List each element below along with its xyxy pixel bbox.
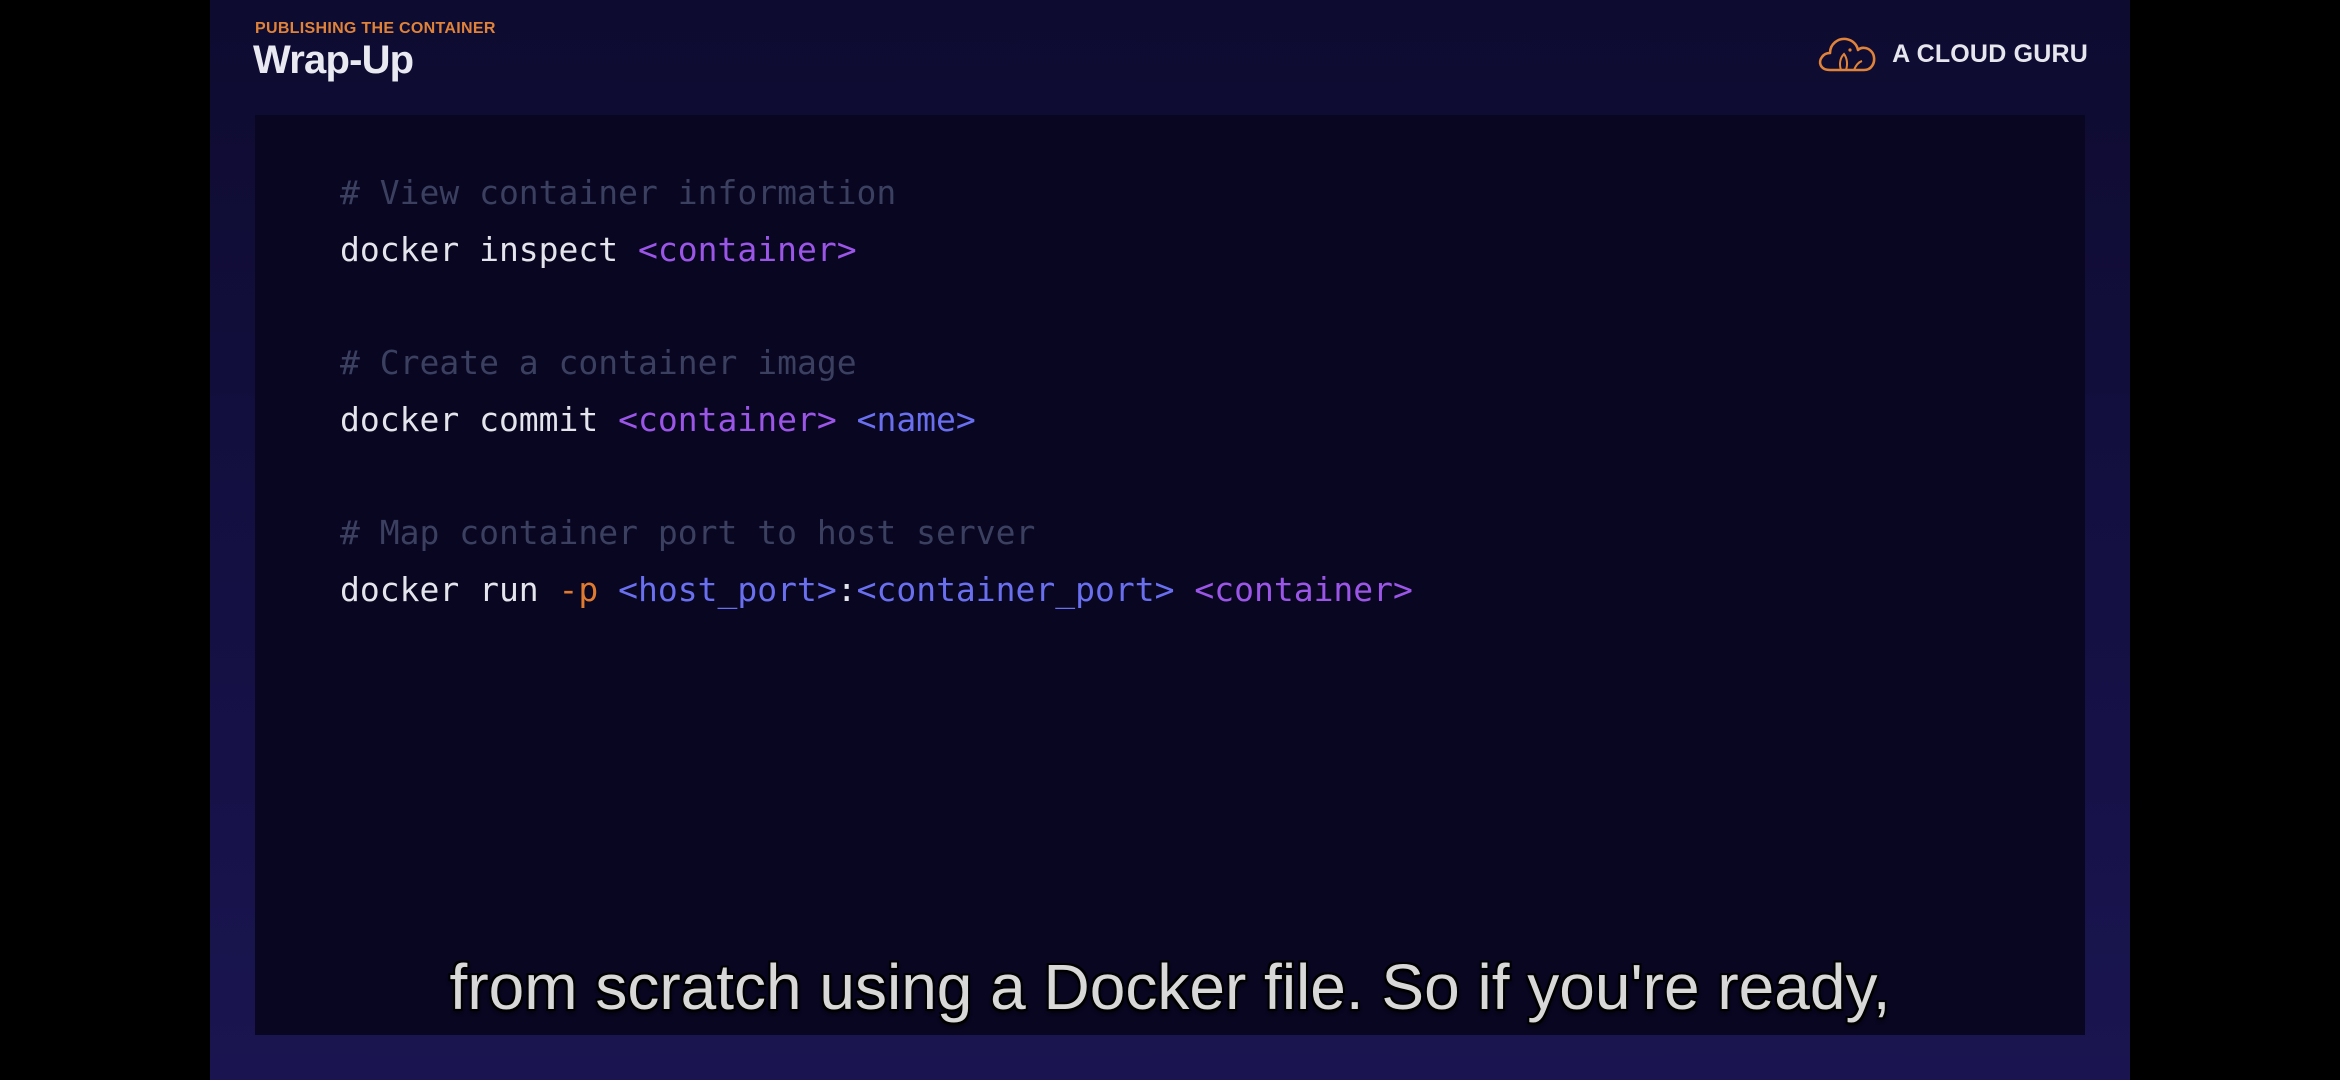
code-command: docker inspect <container> [340, 227, 857, 273]
cloud-guru-logo-icon [1818, 37, 1876, 72]
code-placeholder: <container_port> [856, 570, 1175, 609]
slide: PUBLISHING THE CONTAINER Wrap-Up A CLOUD… [210, 0, 2130, 1080]
code-text: docker run [340, 570, 559, 609]
code-command: docker commit <container> <name> [340, 397, 976, 443]
code-text: docker inspect [340, 230, 639, 269]
code-comment: # View container information [340, 173, 897, 212]
code-text: : [836, 570, 857, 609]
code-panel: # View container information docker inspe… [255, 115, 2085, 1035]
code-command: docker run -p <host_port>:<container_por… [340, 567, 1413, 613]
code-flag: -p [558, 570, 599, 609]
code-placeholder: <container> [1194, 570, 1413, 609]
code-comment: # Map container port to host server [340, 513, 1036, 552]
section-eyebrow: PUBLISHING THE CONTAINER [255, 20, 496, 37]
code-placeholder: <host_port> [618, 570, 837, 609]
brand: A CLOUD GURU [1814, 30, 2088, 78]
brand-name: A CLOUD GURU [1892, 39, 2088, 68]
slide-title: Wrap-Up [253, 38, 414, 82]
code-placeholder: <container> [638, 230, 857, 269]
code-comment: # Create a container image [340, 343, 857, 382]
subtitle-caption: from scratch using a Docker file. So if … [449, 951, 1891, 1023]
video-frame: PUBLISHING THE CONTAINER Wrap-Up A CLOUD… [0, 0, 2340, 1080]
code-text: docker commit [340, 400, 619, 439]
code-placeholder: <container> [618, 400, 837, 439]
code-placeholder: <name> [856, 400, 976, 439]
